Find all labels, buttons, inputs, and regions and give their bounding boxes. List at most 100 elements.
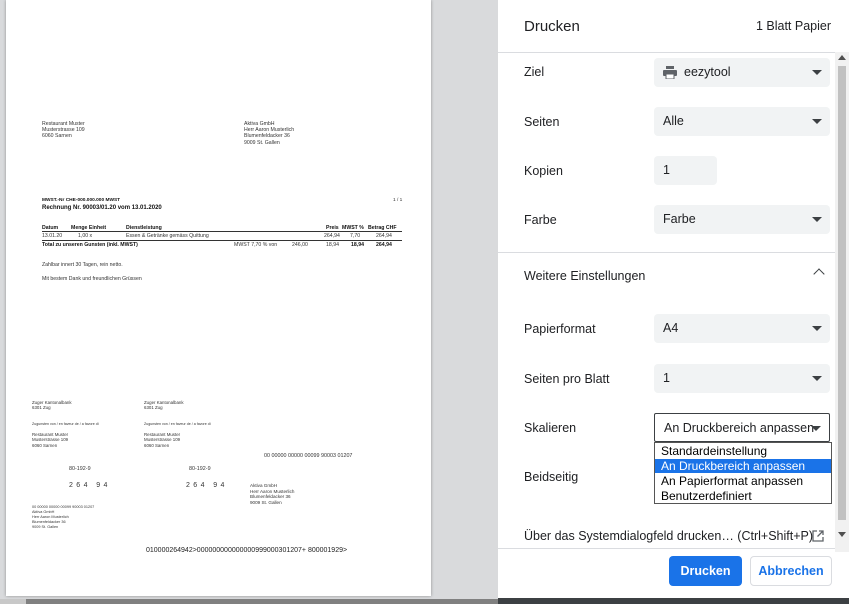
more-settings-toggle[interactable]: Weitere Einstellungen <box>524 269 645 283</box>
total-vat-sum: 18,94 <box>351 242 364 248</box>
slip-payee-line: 6060 Sarnen <box>144 442 170 448</box>
scale-option-default[interactable]: Standardeinstellung <box>655 444 831 458</box>
recipient-line: Herr Aaron Musterlich <box>244 127 295 134</box>
scale-option-fit-paper[interactable]: An Papierformat anpassen <box>655 474 831 488</box>
slip-account-right: 80-192-9 <box>189 466 211 472</box>
preview-page: Restaurant Muster Musterstrasse 109 6060… <box>6 0 431 596</box>
slip-payer-line: 9009 St. Gallen <box>32 524 59 529</box>
scale-option-fit-print-area[interactable]: An Druckbereich anpassen <box>655 459 831 473</box>
slip-payee-line: Restaurant Muster <box>144 432 181 437</box>
payment-terms: Zahlbar innert 30 Tagen, rein netto. <box>42 262 123 268</box>
chevron-down-icon <box>812 119 822 124</box>
color-select[interactable]: Farbe <box>654 205 830 234</box>
destination-value: eezytool <box>684 65 731 79</box>
preview-scroll-thumb[interactable] <box>26 599 498 604</box>
row-price: 264,94 <box>324 233 340 239</box>
dialog-title: Drucken <box>524 18 580 35</box>
slip-payer-right: Aktiva GmbH Herr Aaron Musterlich Blumen… <box>250 483 294 505</box>
row-qty: 1,00 x <box>78 233 93 239</box>
scroll-up-icon[interactable] <box>838 55 846 60</box>
slip-payer-left: 00 00000 00000 00099 90003 01207 Aktiva … <box>32 505 94 530</box>
invoice-title: Rechnung Nr. 90003/01.20 vom 13.01.2020 <box>42 205 162 211</box>
sender-line: 6060 Sarnen <box>42 133 72 140</box>
slip-bank-line: 6301 Zug <box>144 405 163 411</box>
scale-option-custom[interactable]: Benutzerdefiniert <box>655 489 831 503</box>
copies-input[interactable]: 1 <box>654 156 717 185</box>
destination-select[interactable]: eezytool <box>654 58 830 87</box>
print-settings-panel: Drucken 1 Blatt Papier Ziel eezytool Sei… <box>498 0 849 604</box>
pages-per-sheet-value: 1 <box>663 371 670 385</box>
paper-size-select[interactable]: A4 <box>654 314 830 343</box>
slip-for-right: Zugunsten von / en faveur de / a favore … <box>144 422 211 426</box>
chevron-down-icon <box>812 70 822 75</box>
paper-size-value: A4 <box>663 321 679 335</box>
copies-value: 1 <box>663 163 670 177</box>
slip-for-left: Zugunsten von / en faveur de / a favore … <box>32 422 99 426</box>
window-bottom-edge <box>498 598 849 604</box>
chevron-down-icon <box>812 217 822 222</box>
paper-size-label: Papierformat <box>524 322 596 336</box>
slip-bank-line: Zuger Kantonalbank <box>144 400 184 405</box>
chevron-down-icon <box>812 376 822 381</box>
total-vat-label: MWST 7,70 % von <box>234 242 278 248</box>
pages-per-sheet-select[interactable]: 1 <box>654 364 830 393</box>
scale-value: An Druckbereich anpassen <box>664 421 815 435</box>
slip-account-left: 80-192-9 <box>69 466 91 472</box>
total-base: 246,00 <box>292 242 308 248</box>
pages-label: Seiten <box>524 115 560 129</box>
slip-bank-line: 6301 Zug <box>32 405 51 411</box>
print-preview-area: Restaurant Muster Musterstrasse 109 6060… <box>0 0 498 604</box>
slip-payee-line: Restaurant Muster <box>32 432 69 437</box>
footer-divider <box>498 548 838 549</box>
sheet-count: 1 Blatt Papier <box>755 19 831 33</box>
recipient-line: 9009 St. Gallen <box>244 139 280 146</box>
slip-bank-right: Zuger Kantonalbank 6301 Zug <box>144 400 184 411</box>
slip-bank-left: Zuger Kantonalbank 6301 Zug <box>32 400 72 411</box>
pages-value: Alle <box>663 114 684 128</box>
print-button[interactable]: Drucken <box>669 556 742 586</box>
slip-ref-small: 00 00000 00000 00099 90003 01207 <box>32 505 95 509</box>
slip-payer-line: Blumenfeldacker 36 <box>250 494 291 500</box>
slip-payee-line: Musterstrasse 109 <box>144 437 181 443</box>
slip-amount-right: 264 94 <box>186 482 228 489</box>
total-label: Total zu unseren Gunsten (inkl. MWST) <box>42 242 138 248</box>
system-dialog-link[interactable]: Über das Systemdialogfeld drucken… (Ctrl… <box>524 529 813 543</box>
duplex-label: Beidseitig <box>524 470 579 484</box>
slip-payer-line: Herr Aaron Musterlich <box>32 514 69 519</box>
settings-scrollbar[interactable] <box>835 52 849 552</box>
recipient-address: Aktiva GmbH Herr Aaron Musterlich Blumen… <box>244 121 294 146</box>
scale-select[interactable]: An Druckbereich anpassen <box>654 413 830 442</box>
scale-label: Skalieren <box>524 421 577 435</box>
vat-number: MWST.-Nr CHE-000.000.000 MWST <box>42 198 121 203</box>
row-service: Essen & Getränke gemäss Quittung <box>126 233 209 239</box>
slip-coding-line: 010000264942>000000000000000999000301207… <box>146 547 348 554</box>
printer-icon <box>663 66 677 79</box>
chevron-down-icon <box>812 326 822 331</box>
pages-select[interactable]: Alle <box>654 107 830 136</box>
color-label: Farbe <box>524 213 557 227</box>
total-amount: 264,94 <box>376 242 392 248</box>
settings-scroll-thumb[interactable] <box>838 66 846 520</box>
cancel-button[interactable]: Abbrechen <box>750 556 832 586</box>
copies-label: Kopien <box>524 164 563 178</box>
slip-payer-line: Aktiva GmbH <box>250 483 278 488</box>
scale-dropdown-list: Standardeinstellung An Druckbereich anpa… <box>654 442 832 504</box>
slip-payee-line: Musterstrasse 109 <box>32 437 69 443</box>
sender-line: Musterstrasse 109 <box>42 127 85 134</box>
recipient-line: Blumenfeldacker 36 <box>244 133 290 140</box>
slip-payee-right: Restaurant Muster Musterstrasse 109 6060… <box>144 432 180 448</box>
row-vat: 7,70 <box>350 233 361 239</box>
preview-horizontal-scrollbar[interactable] <box>0 599 498 604</box>
open-external-icon[interactable] <box>812 530 824 542</box>
row-date: 13.01.20 <box>42 233 63 239</box>
slip-amount-left: 264 94 <box>69 482 111 489</box>
sender-address: Restaurant Muster Musterstrasse 109 6060… <box>42 121 85 140</box>
slip-payer-line: 9009 St. Gallen <box>250 499 282 505</box>
chevron-up-icon[interactable] <box>813 268 825 280</box>
total-vat: 18,94 <box>326 242 339 248</box>
scroll-down-icon[interactable] <box>838 532 846 537</box>
pages-per-sheet-label: Seiten pro Blatt <box>524 372 610 386</box>
slip-ref-number: 00 00000 00000 00099 90003 01207 <box>264 453 353 459</box>
sender-line: Restaurant Muster <box>42 121 85 127</box>
slip-payer-line: Blumenfeldacker 36 <box>32 519 66 524</box>
